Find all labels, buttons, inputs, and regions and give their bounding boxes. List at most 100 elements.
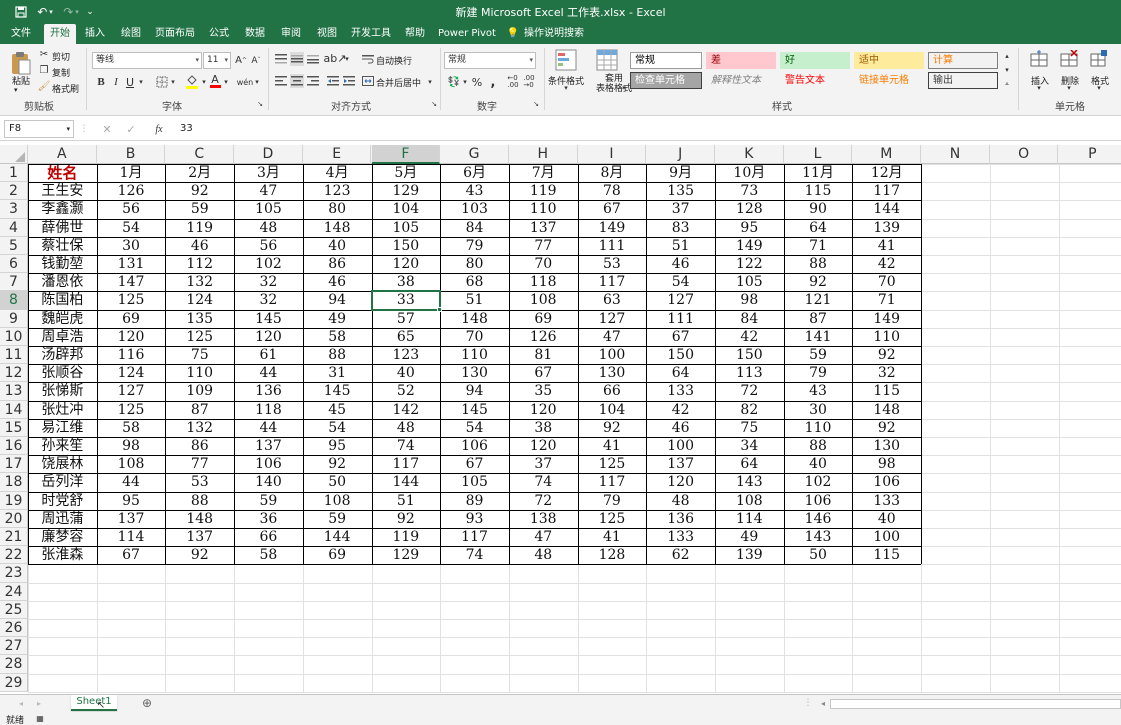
tab-developer[interactable]: 开发工具 [348,24,394,44]
cell-k13[interactable]: 72 [715,382,784,400]
underline-button[interactable]: U [124,74,136,90]
cell-e14[interactable]: 45 [303,401,372,419]
cell-b18[interactable]: 44 [97,473,166,491]
cell-l1[interactable]: 11月 [784,164,853,182]
column-header-j[interactable]: J [646,145,715,164]
cell-j22[interactable]: 62 [646,546,715,564]
cell-k14[interactable]: 82 [715,401,784,419]
cell-k4[interactable]: 95 [715,219,784,237]
cell-m17[interactable]: 98 [852,455,921,473]
delete-cells-icon[interactable] [1058,48,1080,70]
style-check-cell[interactable]: 检查单元格 [630,72,702,89]
cell-d8[interactable]: 32 [234,291,303,309]
macro-record-icon[interactable]: ▦ [34,713,46,724]
column-header-p[interactable]: P [1059,145,1121,164]
cell-k5[interactable]: 149 [715,237,784,255]
cell-i17[interactable]: 125 [578,455,647,473]
cell-a22[interactable]: 张淮森 [28,546,97,564]
cell-c7[interactable]: 132 [165,273,234,291]
cell-b4[interactable]: 54 [97,219,166,237]
cell-m8[interactable]: 71 [852,291,921,309]
cell-i19[interactable]: 79 [578,492,647,510]
decrease-font-icon[interactable]: Aˇ [250,52,262,69]
increase-decimal-icon[interactable]: ←0.00 [506,74,520,90]
insert-dropdown-icon[interactable]: ▾ [1035,84,1043,92]
cell-j7[interactable]: 54 [646,273,715,291]
decrease-indent-icon[interactable] [326,74,340,88]
cell-e1[interactable]: 4月 [303,164,372,182]
cell-k19[interactable]: 108 [715,492,784,510]
scroll-left-icon[interactable]: ◂ [818,697,828,709]
cell-g5[interactable]: 79 [440,237,509,255]
align-center-icon[interactable] [290,74,304,88]
row-header-18[interactable]: 18 [0,473,28,492]
cell-i16[interactable]: 41 [578,437,647,455]
next-sheet-icon[interactable]: ▸ [34,697,44,709]
delete-dropdown-icon[interactable]: ▾ [1065,84,1073,92]
cell-c8[interactable]: 124 [165,291,234,309]
cell-h12[interactable]: 67 [509,364,578,382]
column-header-i[interactable]: I [578,145,647,164]
row-header-3[interactable]: 3 [0,200,28,219]
cell-m16[interactable]: 130 [852,437,921,455]
cell-e4[interactable]: 148 [303,219,372,237]
merge-center-icon[interactable] [362,74,374,88]
cell-i20[interactable]: 125 [578,510,647,528]
percent-style-button[interactable]: % [470,74,484,90]
cell-a19[interactable]: 时党舒 [28,492,97,510]
row-header-21[interactable]: 21 [0,528,28,547]
column-header-l[interactable]: L [784,145,853,164]
cut-icon[interactable]: ✂ [38,48,50,60]
cell-g3[interactable]: 103 [440,200,509,218]
column-header-n[interactable]: N [921,145,990,164]
cell-a1[interactable]: 姓名 [28,164,97,182]
cell-c5[interactable]: 46 [165,237,234,255]
cell-m4[interactable]: 139 [852,219,921,237]
cell-d7[interactable]: 32 [234,273,303,291]
cell-h6[interactable]: 70 [509,255,578,273]
fill-handle[interactable] [437,306,443,312]
cell-a9[interactable]: 魏皑虎 [28,310,97,328]
cell-j16[interactable]: 100 [646,437,715,455]
cell-i14[interactable]: 104 [578,401,647,419]
cut-button[interactable]: 剪切 [52,50,70,63]
cell-j8[interactable]: 127 [646,291,715,309]
cell-f20[interactable]: 92 [372,510,441,528]
cell-g20[interactable]: 93 [440,510,509,528]
cell-b16[interactable]: 98 [97,437,166,455]
row-header-15[interactable]: 15 [0,418,28,437]
cell-b2[interactable]: 126 [97,182,166,200]
cell-g7[interactable]: 68 [440,273,509,291]
cell-l4[interactable]: 64 [784,219,853,237]
cell-h10[interactable]: 126 [509,328,578,346]
decrease-decimal-icon[interactable]: .00 →0 [522,74,536,90]
cell-l5[interactable]: 71 [784,237,853,255]
row-header-22[interactable]: 22 [0,546,28,565]
row-header-28[interactable]: 28 [0,655,28,674]
fill-color-dropdown-icon[interactable]: ▾ [200,74,208,90]
cell-h7[interactable]: 118 [509,273,578,291]
format-painter-icon[interactable]: 🖌 [38,80,51,92]
column-header-e[interactable]: E [303,145,372,164]
cell-a20[interactable]: 周迅蒲 [28,510,97,528]
cell-i7[interactable]: 117 [578,273,647,291]
cell-a7[interactable]: 潘恩依 [28,273,97,291]
cell-b6[interactable]: 131 [97,255,166,273]
cell-m18[interactable]: 106 [852,473,921,491]
cell-f5[interactable]: 150 [372,237,441,255]
font-color-icon[interactable]: A [208,72,222,90]
cell-g9[interactable]: 148 [440,310,509,328]
row-header-5[interactable]: 5 [0,236,28,255]
cell-d10[interactable]: 120 [234,328,303,346]
cell-e13[interactable]: 145 [303,382,372,400]
cell-a2[interactable]: 王生安 [28,182,97,200]
confirm-entry-icon[interactable]: ✓ [124,121,138,137]
tell-me-search[interactable]: 操作说明搜索 [524,24,584,44]
cell-m20[interactable]: 40 [852,510,921,528]
number-format-combo[interactable]: 常规 ▾ [444,52,536,69]
cell-c2[interactable]: 92 [165,182,234,200]
cell-l9[interactable]: 87 [784,310,853,328]
cell-f7[interactable]: 38 [372,273,441,291]
column-header-o[interactable]: O [990,145,1059,164]
cell-m22[interactable]: 115 [852,546,921,564]
